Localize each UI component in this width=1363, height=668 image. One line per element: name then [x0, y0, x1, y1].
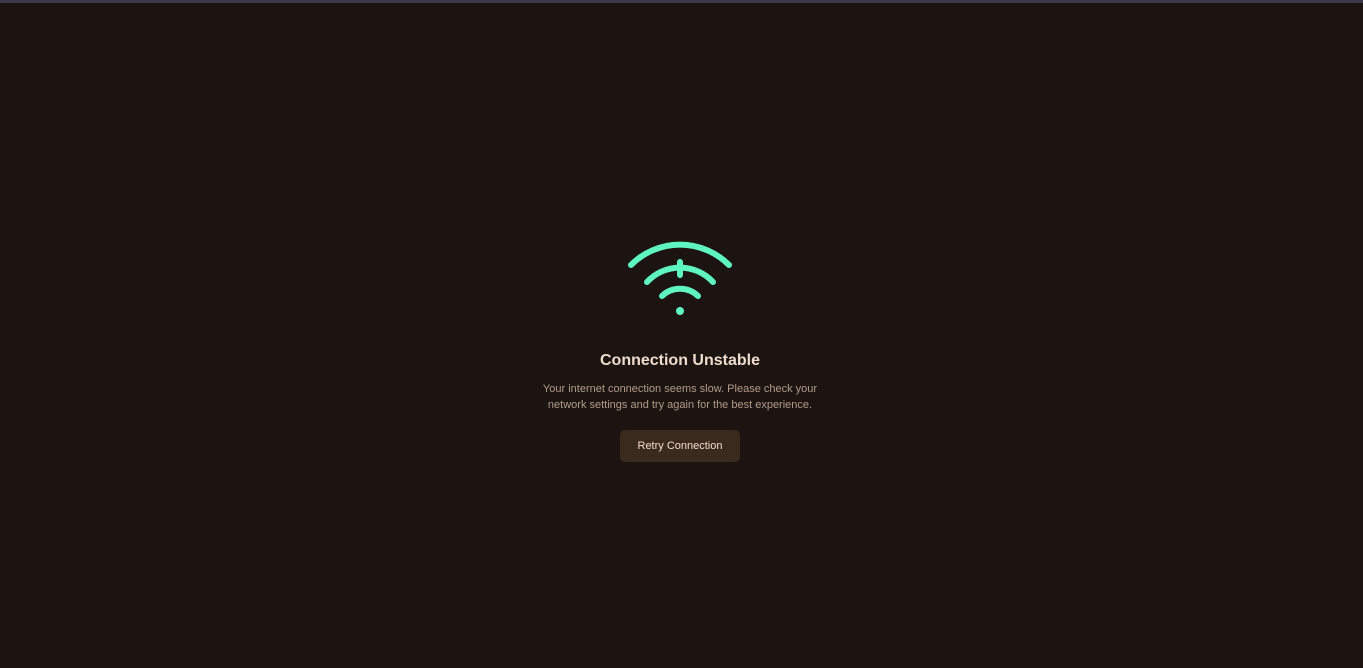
status-title: Connection Unstable — [599, 352, 760, 369]
connection-status-panel: Connection Unstable Your internet connec… — [0, 0, 1363, 668]
retry-connection-button[interactable]: Retry Connection — [620, 430, 740, 462]
wifi-inner-arc — [659, 285, 701, 299]
wifi-dot — [676, 307, 684, 315]
status-message: Your internet connection seems slow. Ple… — [542, 383, 818, 411]
wifi-icon — [628, 241, 732, 315]
